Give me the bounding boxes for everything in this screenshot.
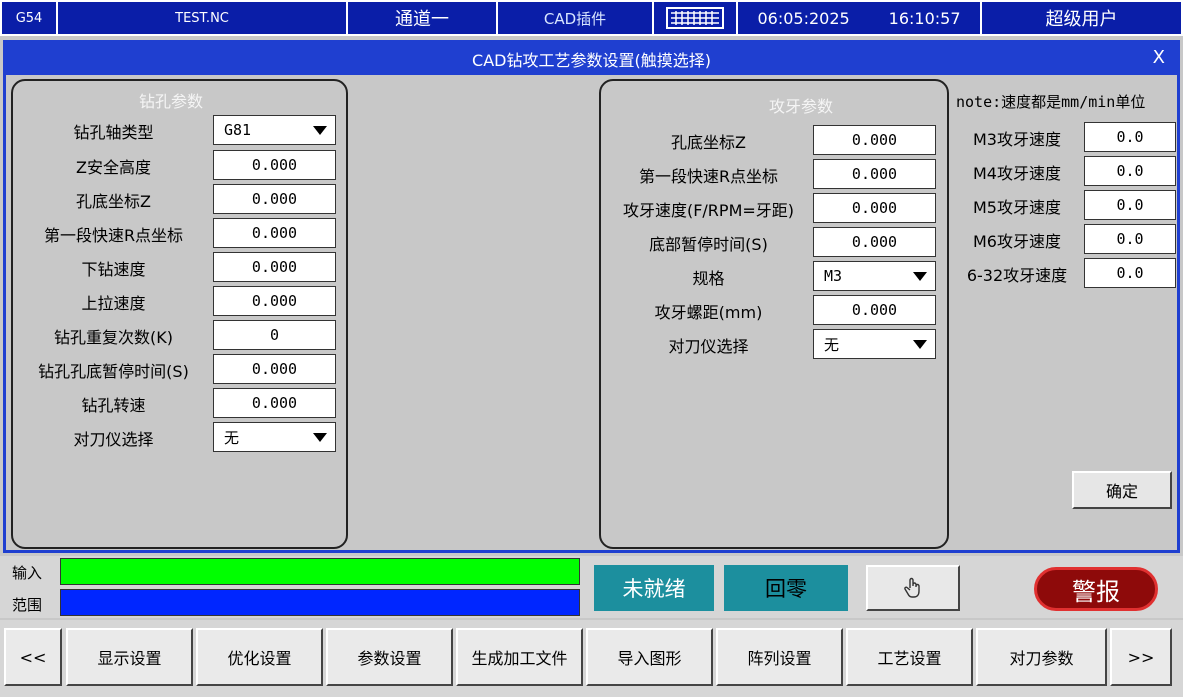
tap-label-spec: 规格 xyxy=(692,269,725,288)
chevron-down-icon xyxy=(313,433,327,442)
ok-button[interactable]: 确定 xyxy=(1072,471,1172,509)
home-button[interactable]: 回零 xyxy=(724,565,848,611)
status-bar: G54 TEST.NC 通道一 CAD插件 06:05:2025 16:10:5… xyxy=(0,0,1183,36)
program-name: TEST.NC xyxy=(58,2,348,34)
generate-file-button[interactable]: 生成加工文件 xyxy=(456,628,583,686)
drill-label-r-point: 第一段快速R点坐标 xyxy=(43,226,184,245)
speed-label-m6: M6攻牙速度 xyxy=(973,232,1061,251)
speed-m5-input[interactable]: 0.0 xyxy=(1084,190,1176,220)
tap-r-point-input[interactable]: 0.000 xyxy=(813,159,936,189)
tap-label-tool-setter: 对刀仪选择 xyxy=(668,337,749,356)
drill-r-point-input[interactable]: 0.000 xyxy=(213,218,336,248)
tap-bottom-z-input[interactable]: 0.000 xyxy=(813,125,936,155)
drill-spindle-input[interactable]: 0.000 xyxy=(213,388,336,418)
tap-speed-input[interactable]: 0.000 xyxy=(813,193,936,223)
speed-m3-input[interactable]: 0.0 xyxy=(1084,122,1176,152)
tap-label-r-point: 第一段快速R点坐标 xyxy=(638,167,779,186)
speed-unit-note: note:速度都是mm/min单位 xyxy=(956,93,1146,111)
input-label: 输入 xyxy=(12,564,43,582)
drill-axis-type-value: G81 xyxy=(224,121,252,139)
keyboard-icon[interactable] xyxy=(654,2,738,34)
channel-name[interactable]: 通道一 xyxy=(348,2,498,34)
param-settings-button[interactable]: 参数设置 xyxy=(326,628,453,686)
date-text: 06:05:2025 xyxy=(757,8,850,28)
speed-label-m4: M4攻牙速度 xyxy=(973,164,1061,183)
speed-label-m3: M3攻牙速度 xyxy=(973,130,1061,149)
drill-tap-settings-dialog: CAD钻攻工艺参数设置(触摸选择) X 钻孔参数 钻孔轴类型 G81 Z安全高度… xyxy=(3,40,1180,553)
drill-safe-z-input[interactable]: 0.000 xyxy=(213,150,336,180)
datetime: 06:05:2025 16:10:57 xyxy=(738,2,982,34)
tap-label-pitch: 攻牙螺距(mm) xyxy=(654,303,763,322)
drill-label-safe-z: Z安全高度 xyxy=(76,158,151,177)
close-button[interactable]: X xyxy=(1153,47,1165,68)
optimize-settings-button[interactable]: 优化设置 xyxy=(196,628,323,686)
user-level[interactable]: 超级用户 xyxy=(982,2,1181,34)
tap-panel-title: 攻牙参数 xyxy=(768,97,833,116)
tap-label-speed: 攻牙速度(F/RPM=牙距) xyxy=(622,201,795,220)
input-area: 输入 范围 xyxy=(0,556,1183,618)
chevron-down-icon xyxy=(913,272,927,281)
drill-feed-down-input[interactable]: 0.000 xyxy=(213,252,336,282)
tap-tool-setter-select[interactable]: 无 xyxy=(813,329,936,359)
tap-tool-setter-value: 无 xyxy=(824,335,840,354)
hand-button[interactable] xyxy=(866,565,960,611)
speed-6-32-input[interactable]: 0.0 xyxy=(1084,258,1176,288)
input-bar[interactable] xyxy=(60,558,580,585)
drill-bottom-z-input[interactable]: 0.000 xyxy=(213,184,336,214)
page-next-button[interactable]: >> xyxy=(1110,628,1172,686)
drill-label-repeat: 钻孔重复次数(K) xyxy=(54,328,173,347)
time-text: 16:10:57 xyxy=(888,8,961,28)
drill-label-dwell: 钻孔孔底暂停时间(S) xyxy=(38,362,189,381)
speed-m4-input[interactable]: 0.0 xyxy=(1084,156,1176,186)
speed-label-m5: M5攻牙速度 xyxy=(973,198,1061,217)
drill-panel-title: 钻孔参数 xyxy=(138,92,203,111)
drill-label-tool-setter: 对刀仪选择 xyxy=(73,430,154,449)
not-ready-status: 未就绪 xyxy=(594,565,714,611)
tap-spec-value: M3 xyxy=(824,267,843,285)
drill-repeat-input[interactable]: 0 xyxy=(213,320,336,350)
drill-dwell-input[interactable]: 0.000 xyxy=(213,354,336,384)
display-settings-button[interactable]: 显示设置 xyxy=(66,628,193,686)
drill-pull-up-input[interactable]: 0.000 xyxy=(213,286,336,316)
dialog-titlebar: CAD钻攻工艺参数设置(触摸选择) X xyxy=(6,43,1177,75)
speed-label-6-32: 6-32攻牙速度 xyxy=(966,266,1068,285)
import-graphic-button[interactable]: 导入图形 xyxy=(586,628,713,686)
range-bar xyxy=(60,589,580,616)
alarm-button[interactable]: 警报 xyxy=(1034,567,1158,611)
chevron-down-icon xyxy=(313,126,327,135)
speed-m6-input[interactable]: 0.0 xyxy=(1084,224,1176,254)
range-label: 范围 xyxy=(12,596,43,614)
coord-system: G54 xyxy=(2,2,58,34)
plugin-name: CAD插件 xyxy=(498,2,654,34)
drill-tool-setter-select[interactable]: 无 xyxy=(213,422,336,452)
drill-label-bottom-z: 孔底坐标Z xyxy=(76,192,151,211)
page-prev-button[interactable]: << xyxy=(4,628,62,686)
hand-pointer-icon xyxy=(904,577,920,598)
function-keys-bar: << 显示设置 优化设置 参数设置 生成加工文件 导入图形 阵列设置 工艺设置 … xyxy=(0,620,1183,697)
drill-label-spindle: 钻孔转速 xyxy=(81,396,146,415)
drill-label-axis-type: 钻孔轴类型 xyxy=(73,123,154,142)
dialog-title: CAD钻攻工艺参数设置(触摸选择) xyxy=(472,51,711,70)
array-settings-button[interactable]: 阵列设置 xyxy=(716,628,843,686)
drill-tool-setter-value: 无 xyxy=(224,428,240,447)
process-settings-button[interactable]: 工艺设置 xyxy=(846,628,973,686)
chevron-down-icon xyxy=(913,340,927,349)
tap-pitch-input[interactable]: 0.000 xyxy=(813,295,936,325)
drill-label-feed-down: 下钻速度 xyxy=(81,260,146,279)
tap-label-bottom-z: 孔底坐标Z xyxy=(671,133,746,152)
tool-setter-params-button[interactable]: 对刀参数 xyxy=(976,628,1107,686)
tap-label-dwell: 底部暂停时间(S) xyxy=(649,235,768,254)
tap-dwell-input[interactable]: 0.000 xyxy=(813,227,936,257)
drill-axis-type-select[interactable]: G81 xyxy=(213,115,336,145)
tap-spec-select[interactable]: M3 xyxy=(813,261,936,291)
drill-label-pull-up: 上拉速度 xyxy=(81,294,146,313)
